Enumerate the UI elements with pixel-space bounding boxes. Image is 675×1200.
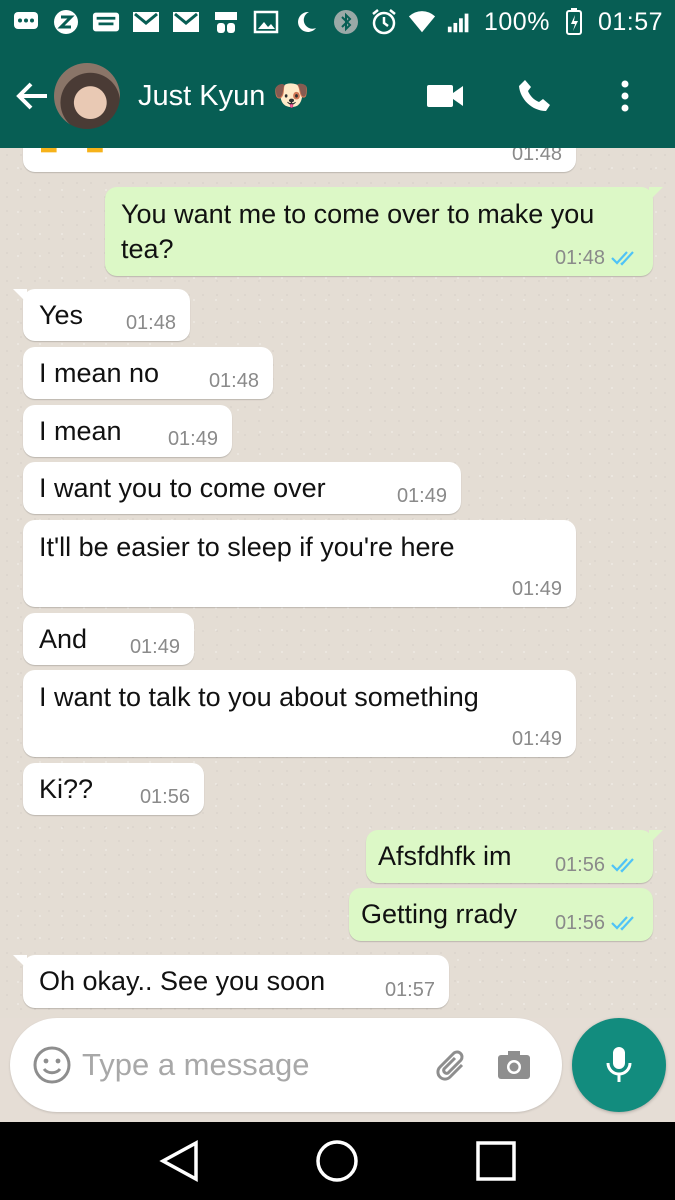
chat-header: Just Kyun 🐶	[0, 44, 675, 148]
message-text: Getting rrady	[361, 899, 518, 929]
message-bubble-incoming[interactable]: ▀ ▀ 01:48	[23, 148, 576, 172]
message-meta: 01:56	[555, 853, 639, 877]
message-text: Ki??	[39, 774, 94, 804]
nav-back-button[interactable]	[149, 1131, 209, 1191]
notification-icons	[12, 8, 332, 36]
message-input[interactable]	[82, 1047, 422, 1083]
message-time: 01:49	[129, 636, 180, 658]
microphone-icon	[606, 1047, 632, 1082]
message-bubble-incoming[interactable]: Yes 01:48	[13, 289, 190, 341]
voice-call-button[interactable]	[515, 76, 555, 116]
gallery-icon	[252, 8, 280, 36]
system-indicators: 100% 01:57	[332, 8, 663, 37]
message-text: It'll be easier to sleep if you're here	[39, 532, 455, 562]
navigation-bar	[0, 1122, 675, 1200]
message-bubble-incoming[interactable]: Oh okay.. See you soon 01:57	[13, 955, 449, 1008]
message-time: 01:49	[511, 578, 562, 600]
message-time: 01:48	[125, 312, 176, 334]
back-button[interactable]	[4, 44, 60, 148]
attach-button[interactable]	[430, 1043, 474, 1087]
message-text: Yes	[39, 300, 84, 330]
back-triangle-icon	[159, 1140, 198, 1182]
signal-icon	[446, 8, 474, 36]
video-camera-icon	[427, 85, 463, 107]
gmail-icon	[172, 8, 200, 36]
message-composer	[10, 1018, 562, 1112]
bluetooth-icon	[332, 8, 360, 36]
moon-icon	[292, 8, 320, 36]
message-time: 01:56	[139, 786, 190, 808]
chat-icon	[12, 8, 40, 36]
contact-name: Just Kyun	[138, 79, 266, 112]
status-bar: 100% 01:57	[0, 0, 675, 44]
message-bubble-incoming[interactable]: I want you to come over 01:49	[23, 462, 461, 514]
double-check-icon	[611, 250, 639, 266]
bubble-tail	[649, 187, 663, 201]
message-bubble-outgoing[interactable]: Afsfdhfk im 01:56	[366, 830, 663, 883]
pedometer-icon	[212, 8, 240, 36]
message-text: And	[39, 624, 88, 654]
message-meta: 01:48	[555, 246, 639, 270]
message-bubble-incoming[interactable]: Ki?? 01:56	[23, 763, 204, 815]
contact-info[interactable]: Just Kyun 🐶	[138, 79, 425, 113]
message-list[interactable]: ▀ ▀ 01:48 You want me to come over to ma…	[0, 148, 675, 1018]
message-time: 01:49	[167, 428, 218, 450]
message-time: 01:49	[511, 728, 562, 750]
message-text: Afsfdhfk im	[378, 841, 512, 871]
more-vertical-icon	[621, 80, 629, 112]
battery-icon	[560, 8, 588, 36]
camera-icon	[498, 1051, 530, 1079]
message-time: 01:56	[554, 854, 605, 876]
bubble-tail	[13, 289, 27, 303]
message-text: You want me to come over to make you tea…	[121, 199, 595, 264]
dog-emoji-icon: 🐶	[273, 80, 310, 112]
home-circle-icon	[316, 1140, 359, 1182]
bubble-tail	[13, 955, 27, 969]
gmail-icon	[132, 8, 160, 36]
message-time: 01:48	[511, 148, 562, 165]
message-bubble-outgoing[interactable]: Getting rrady 01:56	[349, 888, 653, 941]
video-call-button[interactable]	[425, 76, 465, 116]
nav-recents-button[interactable]	[466, 1131, 526, 1191]
status-time: 01:57	[597, 7, 663, 36]
message-text: Oh okay.. See you soon	[39, 966, 326, 996]
message-bubble-incoming[interactable]: And 01:49	[23, 613, 194, 665]
wifi-icon	[408, 8, 436, 36]
more-options-button[interactable]	[605, 76, 645, 116]
message-time: 01:57	[384, 979, 435, 1001]
voice-message-button[interactable]	[572, 1018, 666, 1112]
message-time: 01:48	[208, 370, 259, 392]
z-app-icon	[52, 8, 80, 36]
webtoon-icon	[92, 8, 120, 36]
emoji-button[interactable]	[30, 1043, 74, 1087]
contact-avatar[interactable]	[54, 63, 120, 129]
message-time: 01:49	[396, 485, 447, 507]
double-check-icon	[611, 915, 639, 931]
message-bubble-incoming[interactable]: It'll be easier to sleep if you're here …	[23, 520, 576, 607]
header-actions	[425, 76, 645, 116]
message-time: 01:56	[554, 912, 605, 934]
battery-percent: 100%	[483, 7, 550, 36]
message-bubble-incoming[interactable]: I want to talk to you about something 01…	[23, 670, 576, 757]
camera-button[interactable]	[492, 1043, 536, 1087]
alarm-icon	[370, 8, 398, 36]
message-meta: 01:56	[555, 911, 639, 935]
paperclip-icon	[436, 1050, 464, 1081]
message-text: I want you to come over	[39, 473, 326, 503]
emoji-row: ▀ ▀	[41, 148, 103, 164]
message-bubble-incoming[interactable]: I mean no 01:48	[23, 347, 273, 399]
nav-home-button[interactable]	[307, 1131, 367, 1191]
smiley-icon	[33, 1046, 71, 1084]
message-text: I mean	[39, 416, 122, 446]
back-arrow-icon	[16, 82, 47, 110]
message-time: 01:48	[554, 247, 605, 269]
message-bubble-outgoing[interactable]: You want me to come over to make you tea…	[105, 187, 663, 276]
double-check-icon	[611, 857, 639, 873]
message-text: I want to talk to you about something	[39, 682, 479, 712]
message-bubble-incoming[interactable]: I mean 01:49	[23, 405, 232, 457]
recents-square-icon	[476, 1141, 516, 1181]
bubble-tail	[649, 830, 663, 844]
message-text: I mean no	[39, 358, 160, 388]
phone-icon	[519, 80, 550, 111]
